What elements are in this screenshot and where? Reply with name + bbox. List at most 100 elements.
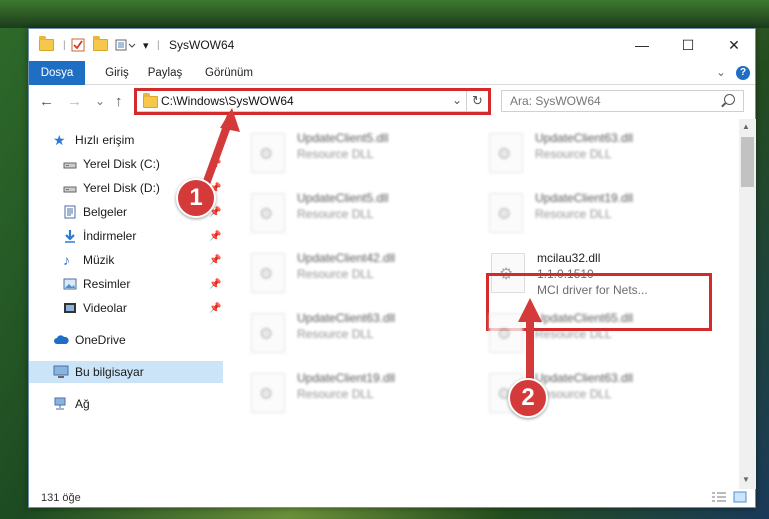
maximize-button[interactable]: ☐ <box>665 29 711 61</box>
file-item[interactable]: UpdateClient5.dll Resource DLL <box>251 129 477 179</box>
star-icon: ★ <box>53 132 66 148</box>
file-name: UpdateClient63.dll <box>297 311 396 325</box>
callout-step-2: 2 <box>508 378 548 418</box>
sidebar-item-label: Ağ <box>75 397 90 411</box>
sidebar-item-label: OneDrive <box>75 333 126 347</box>
sidebar-item-quick-access[interactable]: ★ Hızlı erişim <box>29 129 223 151</box>
sidebar-item-music[interactable]: ♪ Müzik 📌 <box>29 249 223 271</box>
scroll-up-icon[interactable]: ▲ <box>742 122 750 131</box>
file-name: UpdateClient63.dll <box>535 371 634 385</box>
window-title: SysWOW64 <box>169 38 235 52</box>
drive-icon <box>63 157 77 171</box>
dll-file-icon <box>489 313 523 353</box>
explorer-window: | ▾ | SysWOW64 — ☐ ✕ Dosya Giriş Paylaş … <box>28 28 756 508</box>
dll-file-icon <box>489 193 523 233</box>
sidebar-item-downloads[interactable]: İndirmeler 📌 <box>29 225 223 247</box>
file-description: Resource DLL <box>297 207 374 221</box>
file-list: UpdateClient5.dll Resource DLL UpdateCli… <box>225 119 739 489</box>
minimize-button[interactable]: — <box>619 29 665 61</box>
file-item[interactable]: UpdateClient42.dll Resource DLL <box>251 249 477 299</box>
file-item[interactable]: UpdateClient19.dll Resource DLL <box>489 189 715 239</box>
address-highlight-box <box>134 88 491 115</box>
ribbon-collapse-icon[interactable]: ⌄ <box>713 61 729 85</box>
tab-share[interactable]: Paylaş <box>143 61 187 85</box>
sidebar-item-label: Bu bilgisayar <box>75 365 144 379</box>
sidebar-item-label: Hızlı erişim <box>75 133 135 147</box>
dll-file-icon <box>489 133 523 173</box>
recent-locations-icon[interactable]: ⌄ <box>95 94 105 108</box>
scroll-thumb[interactable] <box>741 137 754 187</box>
help-icon[interactable]: ? <box>736 66 750 80</box>
desktop-background <box>0 0 769 28</box>
file-name: UpdateClient19.dll <box>535 191 634 205</box>
file-description: Resource DLL <box>297 327 374 341</box>
sidebar-item-label: Videolar <box>83 301 127 315</box>
sidebar-item-this-pc[interactable]: Bu bilgisayar <box>29 361 223 383</box>
dll-file-icon <box>251 133 285 173</box>
network-icon <box>53 397 67 411</box>
file-item[interactable]: UpdateClient63.dll Resource DLL <box>489 129 715 179</box>
back-arrow-icon[interactable]: ← <box>39 93 54 110</box>
sidebar-item-videos[interactable]: Videolar 📌 <box>29 297 223 319</box>
navigation-bar: ← → ⌄ ↑ C:\Windows\SysWOW64 ⌄ ↻ Ara: Sys… <box>29 85 755 119</box>
close-button[interactable]: ✕ <box>711 29 757 61</box>
status-bar: 131 öğe <box>29 489 755 508</box>
sidebar-item-network[interactable]: Ağ <box>29 393 223 415</box>
pin-icon: 📌 <box>209 278 222 290</box>
file-name: mcilau32.dll <box>537 251 601 265</box>
ribbon-tabs: Dosya Giriş Paylaş Görünüm ⌄ ? <box>29 61 755 85</box>
vertical-scrollbar[interactable]: ▲ ▼ <box>739 119 756 489</box>
file-description: Resource DLL <box>535 327 612 341</box>
large-icons-view-icon[interactable] <box>733 491 747 506</box>
file-description: Resource DLL <box>297 387 374 401</box>
callout-step-1: 1 <box>176 178 216 218</box>
documents-icon <box>63 205 77 219</box>
search-placeholder: Ara: SysWOW64 <box>510 94 601 108</box>
properties-icon[interactable] <box>71 37 85 53</box>
computer-icon <box>53 365 69 379</box>
sidebar-item-label: İndirmeler <box>83 229 137 243</box>
details-view-icon[interactable] <box>711 491 727 506</box>
dll-file-icon <box>251 373 285 413</box>
search-icon[interactable] <box>724 94 735 105</box>
new-folder-icon[interactable] <box>93 36 108 53</box>
file-description: Resource DLL <box>297 267 374 281</box>
up-arrow-icon[interactable]: ↑ <box>115 93 123 110</box>
folder-icon <box>39 36 54 53</box>
file-name: UpdateClient19.dll <box>297 371 396 385</box>
sidebar-item-onedrive[interactable]: OneDrive <box>29 329 223 351</box>
search-input[interactable]: Ara: SysWOW64 <box>501 90 744 112</box>
file-item[interactable]: UpdateClient5.dll Resource DLL <box>251 189 477 239</box>
separator: | <box>157 39 160 51</box>
sidebar-item-drive-c[interactable]: Yerel Disk (C:) 📌 <box>29 153 223 175</box>
file-description: Resource DLL <box>535 147 612 161</box>
dll-file-icon <box>251 313 285 353</box>
title-bar: | ▾ | SysWOW64 — ☐ ✕ <box>29 29 755 61</box>
file-name: UpdateClient5.dll <box>297 131 389 145</box>
file-name: UpdateClient65.dll <box>535 311 634 325</box>
file-name: UpdateClient5.dll <box>297 191 389 205</box>
pin-icon: 📌 <box>209 254 222 266</box>
customize-toolbar-icon[interactable] <box>115 37 137 53</box>
videos-icon <box>63 301 77 315</box>
cloud-icon <box>53 333 69 347</box>
file-item[interactable]: UpdateClient19.dll Resource DLL <box>251 369 477 419</box>
dll-file-icon <box>251 253 285 293</box>
pin-icon: 📌 <box>209 302 222 314</box>
file-item[interactable]: UpdateClient63.dll Resource DLL <box>251 309 477 359</box>
tab-file[interactable]: Dosya <box>29 61 85 85</box>
sidebar-item-pictures[interactable]: Resimler 📌 <box>29 273 223 295</box>
forward-arrow-icon[interactable]: → <box>67 93 82 110</box>
pin-icon: 📌 <box>209 230 222 242</box>
file-name: UpdateClient42.dll <box>297 251 396 265</box>
tab-view[interactable]: Görünüm <box>199 61 259 85</box>
scroll-down-icon[interactable]: ▼ <box>742 475 750 484</box>
file-description: Resource DLL <box>535 207 612 221</box>
tab-home[interactable]: Giriş <box>95 61 139 85</box>
file-item[interactable]: UpdateClient65.dll Resource DLL <box>489 309 715 359</box>
item-count: 131 öğe <box>41 492 81 504</box>
sidebar-item-label: Müzik <box>83 253 115 267</box>
file-name: UpdateClient63.dll <box>535 131 634 145</box>
chevron-down-icon[interactable]: ▾ <box>143 37 149 53</box>
pin-icon: 📌 <box>209 158 222 170</box>
